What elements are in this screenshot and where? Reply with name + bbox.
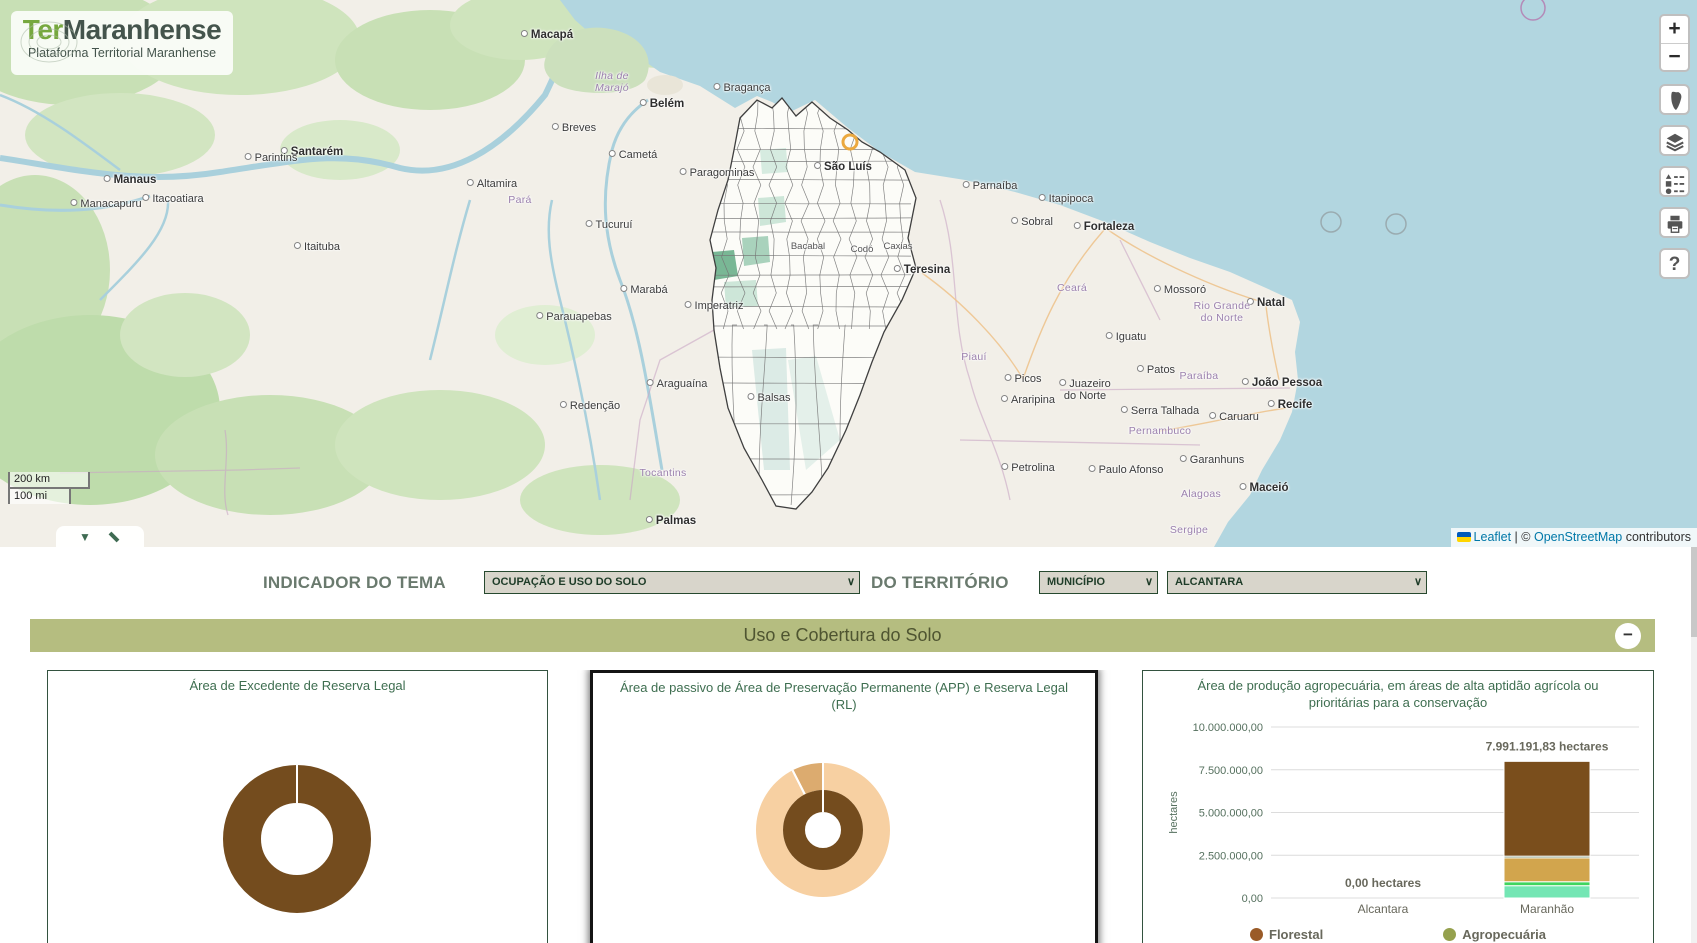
maranhao-shape-icon (1665, 90, 1685, 112)
legend-list-icon (1664, 172, 1686, 194)
diagonal-expand-icon[interactable] (107, 530, 121, 544)
legend-button[interactable] (1659, 166, 1690, 197)
chart-legend: Florestal Agropecuária (1143, 927, 1653, 942)
territory-type-value: MUNICÍPIO (1047, 576, 1105, 588)
svg-text:7.500.000,00: 7.500.000,00 (1199, 765, 1263, 777)
svg-text:5.000.000,00: 5.000.000,00 (1199, 808, 1263, 820)
stacked-bar-chart: 10.000.000,00 7.500.000,00 5.000.000,00 2.5… (1143, 711, 1653, 921)
filter-row: INDICADOR DO TEMA OCUPAÇÃO E USO DO SOLO… (0, 571, 1697, 595)
legend-item: Agropecuária (1443, 927, 1546, 942)
attribution-separator: | © (1511, 530, 1534, 544)
zoom-control: + − (1659, 14, 1690, 72)
print-icon (1664, 213, 1686, 235)
zoom-in-button[interactable]: + (1661, 16, 1688, 44)
print-button[interactable] (1659, 207, 1690, 238)
collapse-triangle-icon[interactable]: ▼ (79, 531, 91, 543)
svg-text:0,00 hectares: 0,00 hectares (1345, 876, 1421, 890)
territory-type-select[interactable]: MUNICÍPIO ∨ (1039, 571, 1158, 594)
territory-select[interactable]: ALCANTARA ∨ (1167, 571, 1427, 594)
page-scrollbar[interactable] (1691, 547, 1697, 943)
help-button[interactable]: ? (1659, 248, 1690, 279)
section-header: Uso e Cobertura do Solo − (30, 619, 1655, 652)
scale-control: 200 km 100 mi (8, 472, 90, 504)
donut-chart (48, 694, 547, 924)
territory-label: DO TERRITÓRIO (871, 573, 1009, 593)
scrollbar-thumb[interactable] (1691, 547, 1697, 637)
chart-title: Área de produção agropecuária, em áreas … (1143, 677, 1653, 711)
svg-text:Maranhão: Maranhão (1520, 902, 1574, 916)
chart-card-excedente-reserva-legal[interactable]: Área de Excedente de Reserva Legal (47, 670, 548, 943)
leaflet-link[interactable]: Leaflet (1474, 530, 1512, 544)
basemap-canvas (0, 0, 1697, 547)
app-title-rest: Maranhense (63, 14, 221, 45)
state-extent-button[interactable] (1659, 84, 1690, 115)
svg-text:10.000.000,00: 10.000.000,00 (1193, 722, 1263, 734)
theme-select[interactable]: OCUPAÇÃO E USO DO SOLO ∨ (484, 571, 860, 594)
map-attribution: Leaflet | © OpenStreetMap contributors (1451, 528, 1697, 547)
zoom-out-button[interactable]: − (1661, 44, 1688, 71)
legend-item: Florestal (1250, 927, 1323, 942)
svg-text:Alcantara: Alcantara (1358, 902, 1409, 916)
layers-icon (1664, 131, 1686, 153)
svg-text:hectares: hectares (1168, 791, 1180, 834)
app-logo: TerMaranhense Plataforma Territorial Mar… (11, 11, 233, 75)
scale-mi: 100 mi (8, 487, 71, 504)
chart-card-producao-agropecuaria[interactable]: Área de produção agropecuária, em áreas … (1142, 670, 1654, 943)
ukraine-flag-icon (1457, 532, 1471, 542)
charts-row: Área de Excedente de Reserva Legal Área … (0, 670, 1697, 943)
map-collapse-control[interactable]: ▼ (56, 526, 144, 547)
chevron-down-icon: ∨ (847, 572, 855, 593)
osm-link[interactable]: OpenStreetMap (1534, 530, 1622, 544)
theme-label: INDICADOR DO TEMA (263, 573, 446, 593)
chevron-down-icon: ∨ (1145, 572, 1153, 593)
territory-select-value: ALCANTARA (1175, 576, 1243, 588)
section-collapse-button[interactable]: − (1615, 623, 1641, 649)
layers-button[interactable] (1659, 125, 1690, 156)
attribution-suffix: contributors (1622, 530, 1691, 544)
svg-text:7.991.191,83 hectares: 7.991.191,83 hectares (1486, 739, 1609, 753)
svg-text:2.500.000,00: 2.500.000,00 (1199, 850, 1263, 862)
svg-text:0,00: 0,00 (1242, 893, 1263, 905)
chart-card-passivo-app-rl[interactable]: Área de passivo de Área de Preservação P… (590, 670, 1098, 943)
chart-title: Área de Excedente de Reserva Legal (48, 677, 547, 694)
sunburst-chart (593, 713, 1093, 913)
section-title: Uso e Cobertura do Solo (30, 619, 1655, 652)
leaflet-map[interactable]: MacapáBelémBragançaIlha de MarajóBrevesC… (0, 0, 1697, 547)
chart-title: Área de passivo de Área de Preservação P… (593, 679, 1095, 713)
theme-select-value: OCUPAÇÃO E USO DO SOLO (492, 576, 646, 588)
contour-art-icon (17, 17, 81, 67)
chevron-down-icon: ∨ (1414, 572, 1422, 593)
